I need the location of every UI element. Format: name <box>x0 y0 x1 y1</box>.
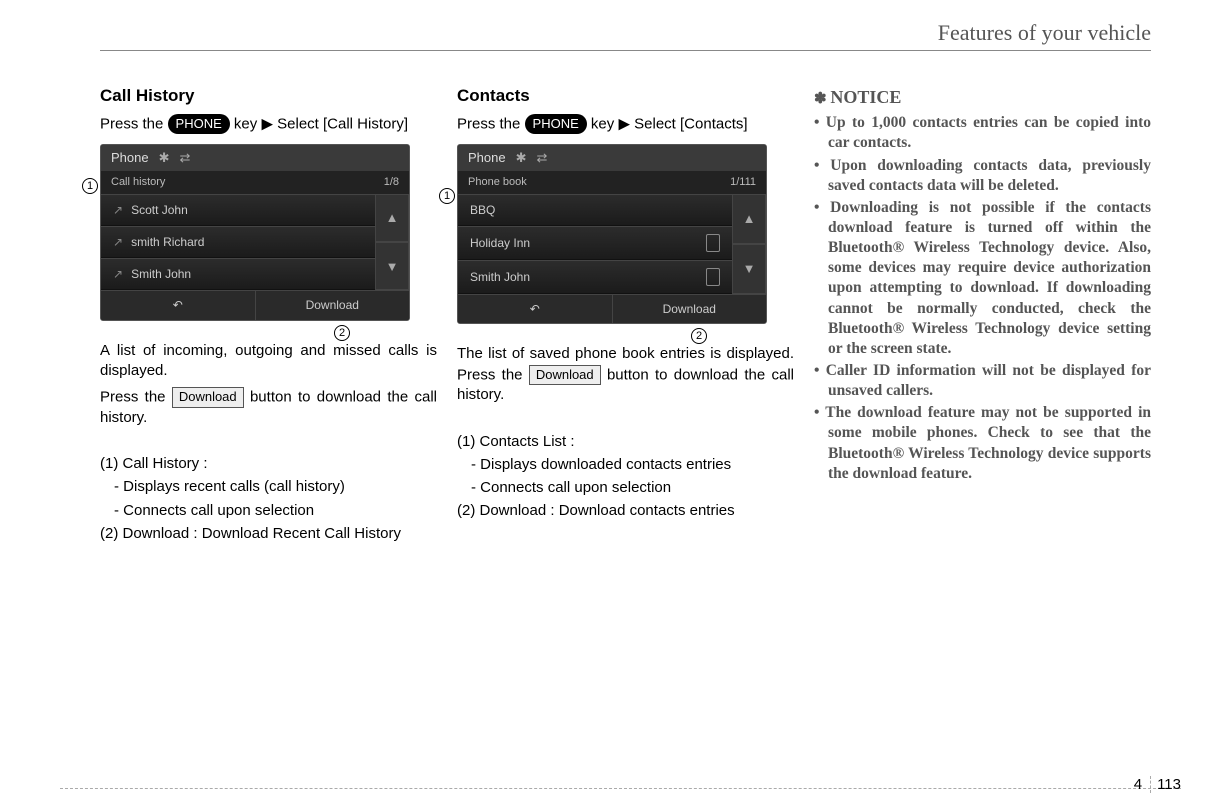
download-button[interactable]: Download <box>612 295 767 323</box>
callout-1-icon: 1 <box>439 188 455 204</box>
screenshot-contacts: 1 2 Phone ✱ ⇄ Phone book 1/111 <box>457 144 767 324</box>
page-number: 4113 <box>1134 776 1181 793</box>
heading-call-history: Call History <box>100 85 437 108</box>
intro-call-history: Press the PHONE key ▶ Select [Call Histo… <box>100 114 437 135</box>
notice-bullet: • Caller ID information will not be disp… <box>814 361 1151 401</box>
item-1b: - Connects call upon selection <box>100 501 437 521</box>
screen-subheader: Phone book 1/111 <box>458 171 766 194</box>
para-call-history-download: Press the Download button to download th… <box>100 387 437 428</box>
phone-key-badge: PHONE <box>168 114 230 135</box>
para-contacts-desc: The list of saved phone book entries is … <box>457 344 794 405</box>
screenshot-call-history: 1 2 Phone ✱ ⇄ Call history 1/8 <box>100 144 410 320</box>
download-badge: Download <box>529 365 601 386</box>
signal-icon: ⇄ <box>180 149 191 167</box>
list-item[interactable]: BBQ <box>458 194 732 226</box>
scroll-up-button[interactable]: ▲ <box>732 194 766 244</box>
download-badge: Download <box>172 387 244 408</box>
screen-subheader: Call history 1/8 <box>101 171 409 194</box>
screen-title-text: Phone <box>468 149 506 167</box>
notice-heading: ✽ NOTICE <box>814 85 1151 109</box>
callout-2-icon: 2 <box>691 328 707 344</box>
footer-rule <box>60 788 1181 789</box>
notice-bullet: • Up to 1,000 contacts entries can be co… <box>814 113 1151 153</box>
call-out-icon: ↗ <box>113 266 123 282</box>
section-title: Features of your vehicle <box>938 20 1151 46</box>
back-button[interactable]: ↶ <box>458 295 612 323</box>
list-item[interactable]: ↗Scott John <box>101 194 375 226</box>
download-button[interactable]: Download <box>255 291 410 319</box>
bluetooth-icon: ✱ <box>159 149 170 167</box>
para-call-history-desc: A list of incoming, outgoing and missed … <box>100 341 437 382</box>
list-item[interactable]: Smith John <box>458 260 732 294</box>
item-1b: - Connects call upon selection <box>457 478 794 498</box>
intro-contacts: Press the PHONE key ▶ Select [Contacts] <box>457 114 794 135</box>
mobile-icon <box>706 234 720 252</box>
notice-bullet: • The download feature may not be suppor… <box>814 403 1151 484</box>
call-out-icon: ↗ <box>113 234 123 250</box>
item-1-head: (1) Call History : <box>100 454 437 474</box>
phone-key-badge: PHONE <box>525 114 587 135</box>
list-item[interactable]: ↗smith Richard <box>101 226 375 258</box>
column-contacts: Contacts Press the PHONE key ▶ Select [C… <box>457 85 794 547</box>
scroll-down-button[interactable]: ▼ <box>732 244 766 294</box>
callout-1-icon: 1 <box>82 178 98 194</box>
back-button[interactable]: ↶ <box>101 291 255 319</box>
item-1a: - Displays downloaded contacts entries <box>457 455 794 475</box>
callout-2-icon: 2 <box>334 325 350 341</box>
list-item[interactable]: ↗Smith John <box>101 258 375 290</box>
header-rule <box>100 50 1151 51</box>
scroll-up-button[interactable]: ▲ <box>375 194 409 242</box>
list-item[interactable]: Holiday Inn <box>458 226 732 260</box>
column-notice: ✽ NOTICE • Up to 1,000 contacts entries … <box>814 85 1151 547</box>
item-1a: - Displays recent calls (call history) <box>100 477 437 497</box>
item-2: (2) Download : Download Recent Call Hist… <box>100 524 437 544</box>
column-call-history: Call History Press the PHONE key ▶ Selec… <box>100 85 437 547</box>
mobile-icon <box>706 268 720 286</box>
item-2: (2) Download : Download contacts entries <box>457 501 794 521</box>
scroll-down-button[interactable]: ▼ <box>375 242 409 290</box>
star-icon: ✽ <box>814 91 830 107</box>
call-out-icon: ↗ <box>113 202 123 218</box>
signal-icon: ⇄ <box>537 149 548 167</box>
bluetooth-icon: ✱ <box>516 149 527 167</box>
heading-contacts: Contacts <box>457 85 794 108</box>
screen-titlebar: Phone ✱ ⇄ <box>458 145 766 171</box>
screen-title-text: Phone <box>111 149 149 167</box>
item-1-head: (1) Contacts List : <box>457 432 794 452</box>
notice-bullet: • Downloading is not possible if the con… <box>814 198 1151 359</box>
notice-bullet: • Upon downloading contacts data, previo… <box>814 156 1151 196</box>
screen-titlebar: Phone ✱ ⇄ <box>101 145 409 171</box>
